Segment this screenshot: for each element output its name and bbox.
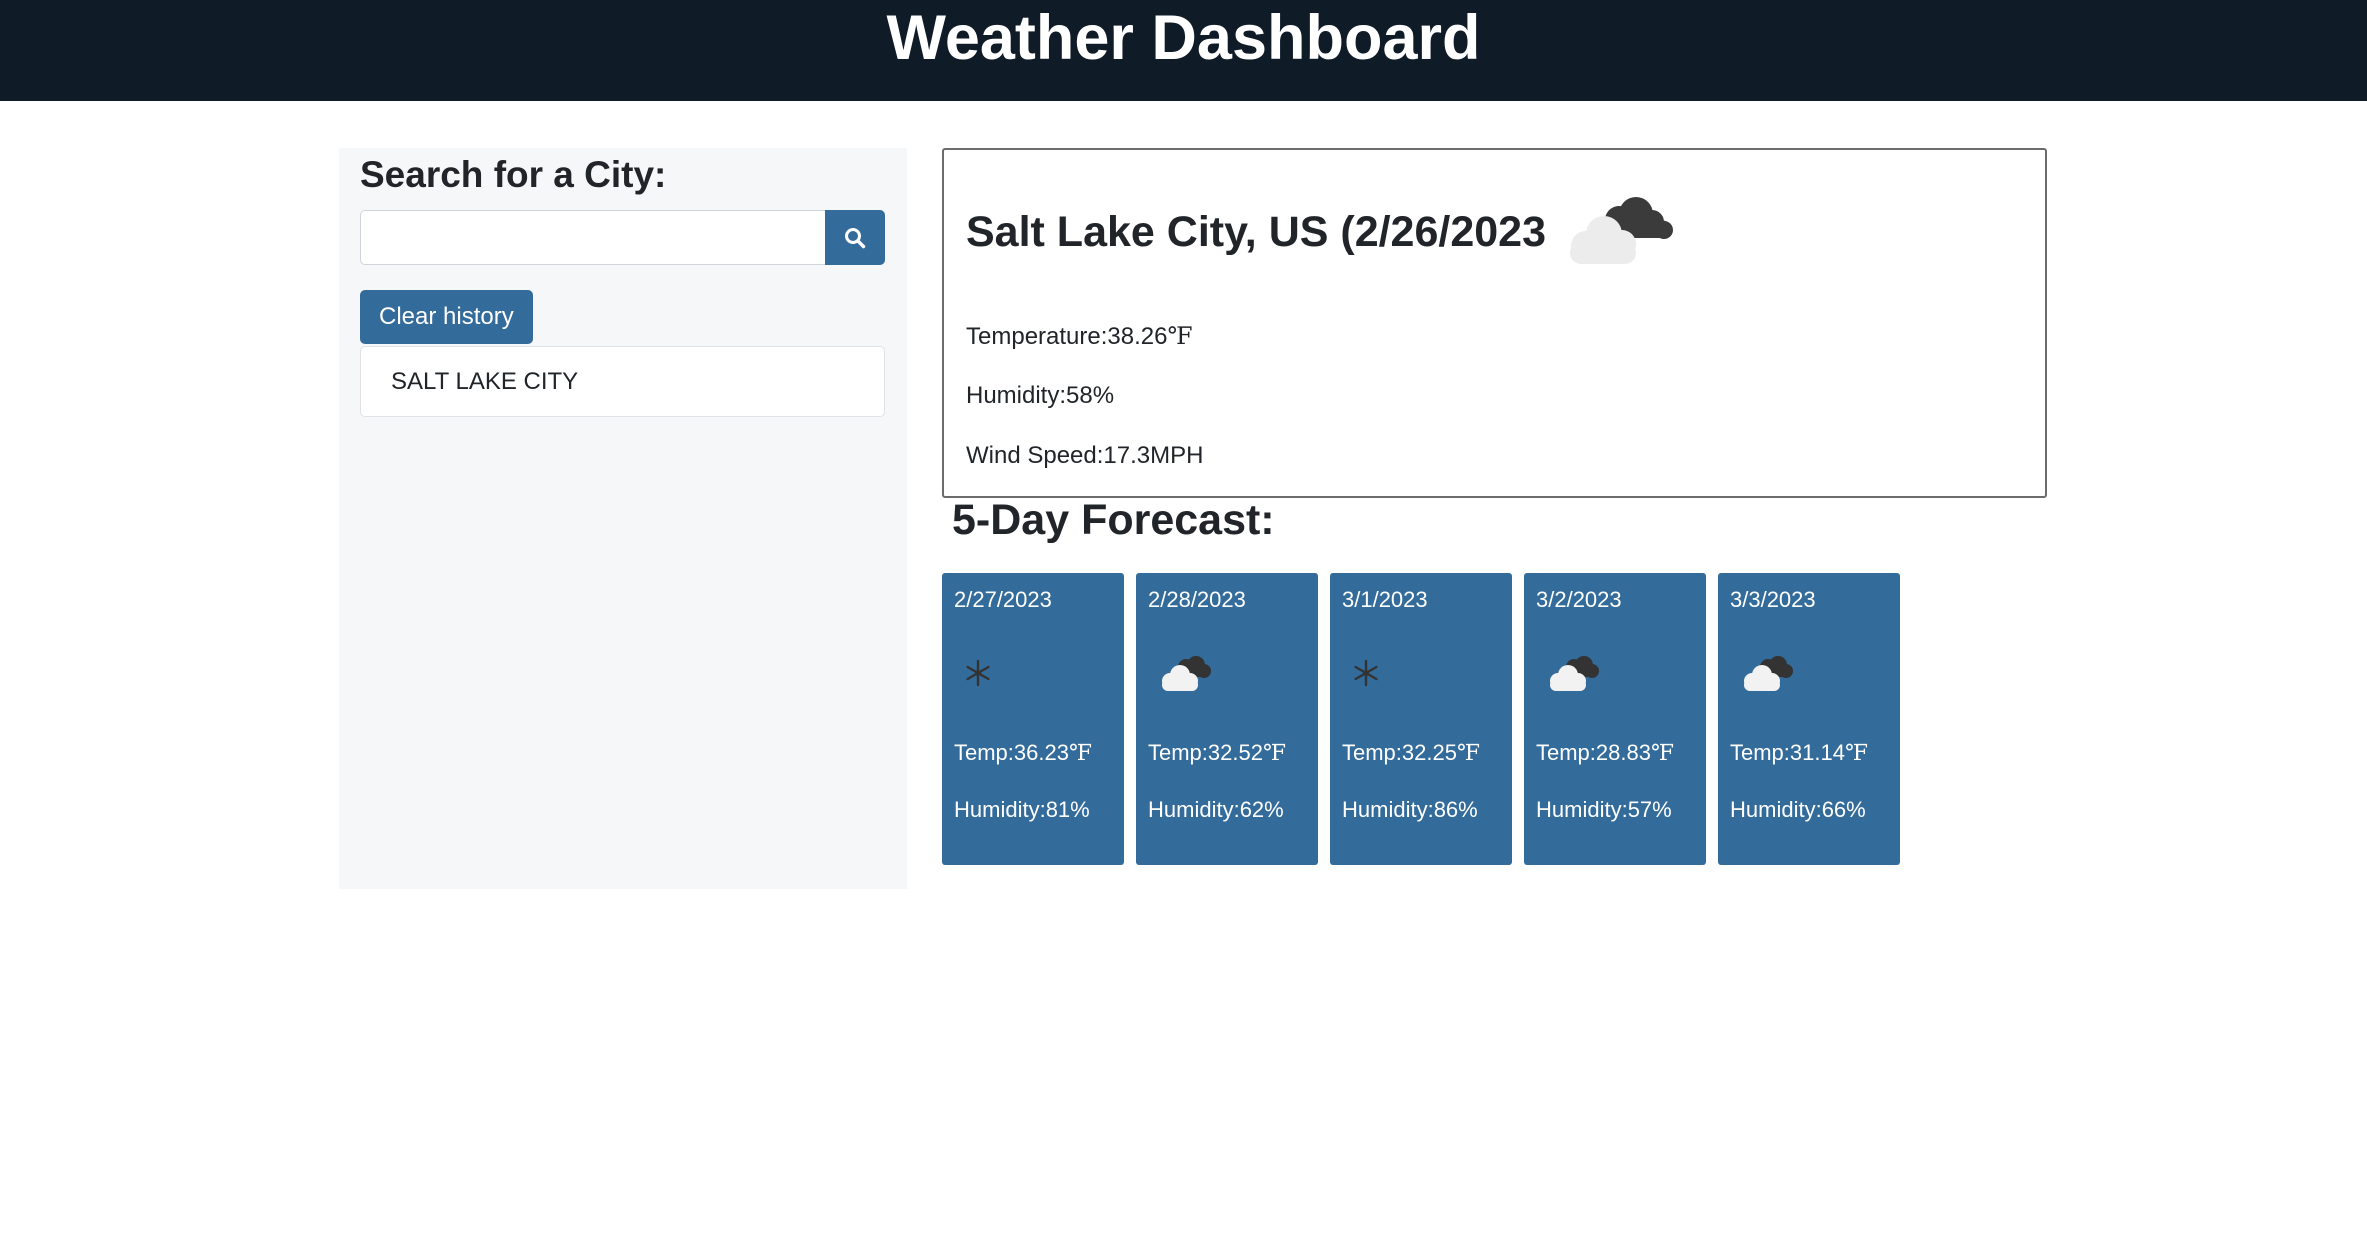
broken-clouds-icon <box>1162 656 1211 691</box>
current-humidity: Humidity:58% <box>966 382 1114 410</box>
temperature-value: 38.26 <box>1107 323 1168 350</box>
forecast-humidity: Humidity:81% <box>954 797 1090 823</box>
temp-label: Temp: <box>1148 740 1208 765</box>
temp-value: 32.25 <box>1401 740 1457 765</box>
humidity-label: Humidity: <box>1730 797 1822 822</box>
clear-history-button[interactable]: Clear history <box>360 290 533 344</box>
temp-label: Temp: <box>954 740 1014 765</box>
humidity-value: 81% <box>1045 797 1090 822</box>
temp-unit: ℉ <box>1844 741 1869 766</box>
temp-unit: ℉ <box>1068 741 1093 766</box>
forecast-date: 3/2/2023 <box>1536 587 1622 612</box>
temp-label: Temp: <box>1342 740 1402 765</box>
current-city-title: Salt Lake City, US (2/26/2023 <box>966 208 1546 256</box>
wind-label: Wind Speed: <box>966 442 1104 469</box>
history-item[interactable]: SALT LAKE CITY <box>360 346 885 417</box>
temperature-label: Temperature: <box>966 323 1108 350</box>
broken-clouds-icon <box>1550 656 1599 691</box>
forecast-temp: Temp:32.52℉ <box>1148 740 1286 766</box>
app-header: Weather Dashboard <box>0 0 2367 101</box>
humidity-value: 86% <box>1433 797 1478 822</box>
current-temperature: Temperature:38.26℉ <box>966 322 1193 351</box>
forecast-card: 3/1/2023 Temp:32.25℉ Humidity:86% <box>1330 573 1512 865</box>
forecast-date: 3/3/2023 <box>1730 587 1816 612</box>
temperature-unit: ℉ <box>1167 322 1193 350</box>
search-sidebar: Search for a City: Clear history SALT LA… <box>339 148 907 889</box>
current-weather-card: Salt Lake City, US (2/26/2023 Temperatur… <box>942 148 2047 498</box>
forecast-temp: Temp:36.23℉ <box>954 740 1092 766</box>
temp-value: 36.23 <box>1013 740 1069 765</box>
humidity-label: Humidity: <box>966 382 1067 409</box>
forecast-humidity: Humidity:62% <box>1148 797 1284 823</box>
page-title: Weather Dashboard <box>886 3 1481 73</box>
forecast-card: 3/3/2023 Temp:31.14℉ Humidity:66% <box>1718 573 1900 865</box>
forecast-temp: Temp:32.25℉ <box>1342 740 1480 766</box>
humidity-value: 66% <box>1821 797 1866 822</box>
wind-value: 17.3MPH <box>1103 442 1204 469</box>
snow-icon <box>966 659 990 687</box>
humidity-label: Humidity: <box>954 797 1046 822</box>
humidity-value: 58% <box>1066 382 1115 409</box>
temp-value: 32.52 <box>1207 740 1263 765</box>
search-icon <box>845 227 866 248</box>
city-search-input[interactable] <box>360 210 825 265</box>
search-title: Search for a City: <box>360 154 667 195</box>
broken-clouds-icon <box>1744 656 1793 691</box>
snow-icon <box>1354 659 1378 687</box>
forecast-temp: Temp:28.83℉ <box>1536 740 1674 766</box>
temp-unit: ℉ <box>1650 741 1675 766</box>
humidity-label: Humidity: <box>1148 797 1240 822</box>
forecast-date: 3/1/2023 <box>1342 587 1428 612</box>
temp-label: Temp: <box>1730 740 1790 765</box>
temp-unit: ℉ <box>1262 741 1287 766</box>
search-button[interactable] <box>825 210 885 265</box>
forecast-title: 5-Day Forecast: <box>952 496 1275 544</box>
forecast-card: 2/28/2023 Temp:32.52℉ Humidity:62% <box>1136 573 1318 865</box>
forecast-date: 2/27/2023 <box>954 587 1052 612</box>
broken-clouds-icon <box>1570 197 1673 264</box>
search-history-list: SALT LAKE CITY <box>360 346 885 417</box>
humidity-value: 62% <box>1239 797 1284 822</box>
temp-unit: ℉ <box>1456 741 1481 766</box>
temp-label: Temp: <box>1536 740 1596 765</box>
humidity-label: Humidity: <box>1536 797 1628 822</box>
forecast-date: 2/28/2023 <box>1148 587 1246 612</box>
forecast-humidity: Humidity:57% <box>1536 797 1672 823</box>
forecast-row: 2/27/2023 Temp:36.23℉ Humidity:81% 2/28/… <box>942 573 1900 865</box>
forecast-humidity: Humidity:86% <box>1342 797 1478 823</box>
forecast-temp: Temp:31.14℉ <box>1730 740 1868 766</box>
humidity-label: Humidity: <box>1342 797 1434 822</box>
forecast-humidity: Humidity:66% <box>1730 797 1866 823</box>
forecast-card: 2/27/2023 Temp:36.23℉ Humidity:81% <box>942 573 1124 865</box>
forecast-card: 3/2/2023 Temp:28.83℉ Humidity:57% <box>1524 573 1706 865</box>
humidity-value: 57% <box>1627 797 1672 822</box>
temp-value: 28.83 <box>1595 740 1651 765</box>
temp-value: 31.14 <box>1789 740 1845 765</box>
current-wind-speed: Wind Speed:17.3MPH <box>966 442 1203 470</box>
